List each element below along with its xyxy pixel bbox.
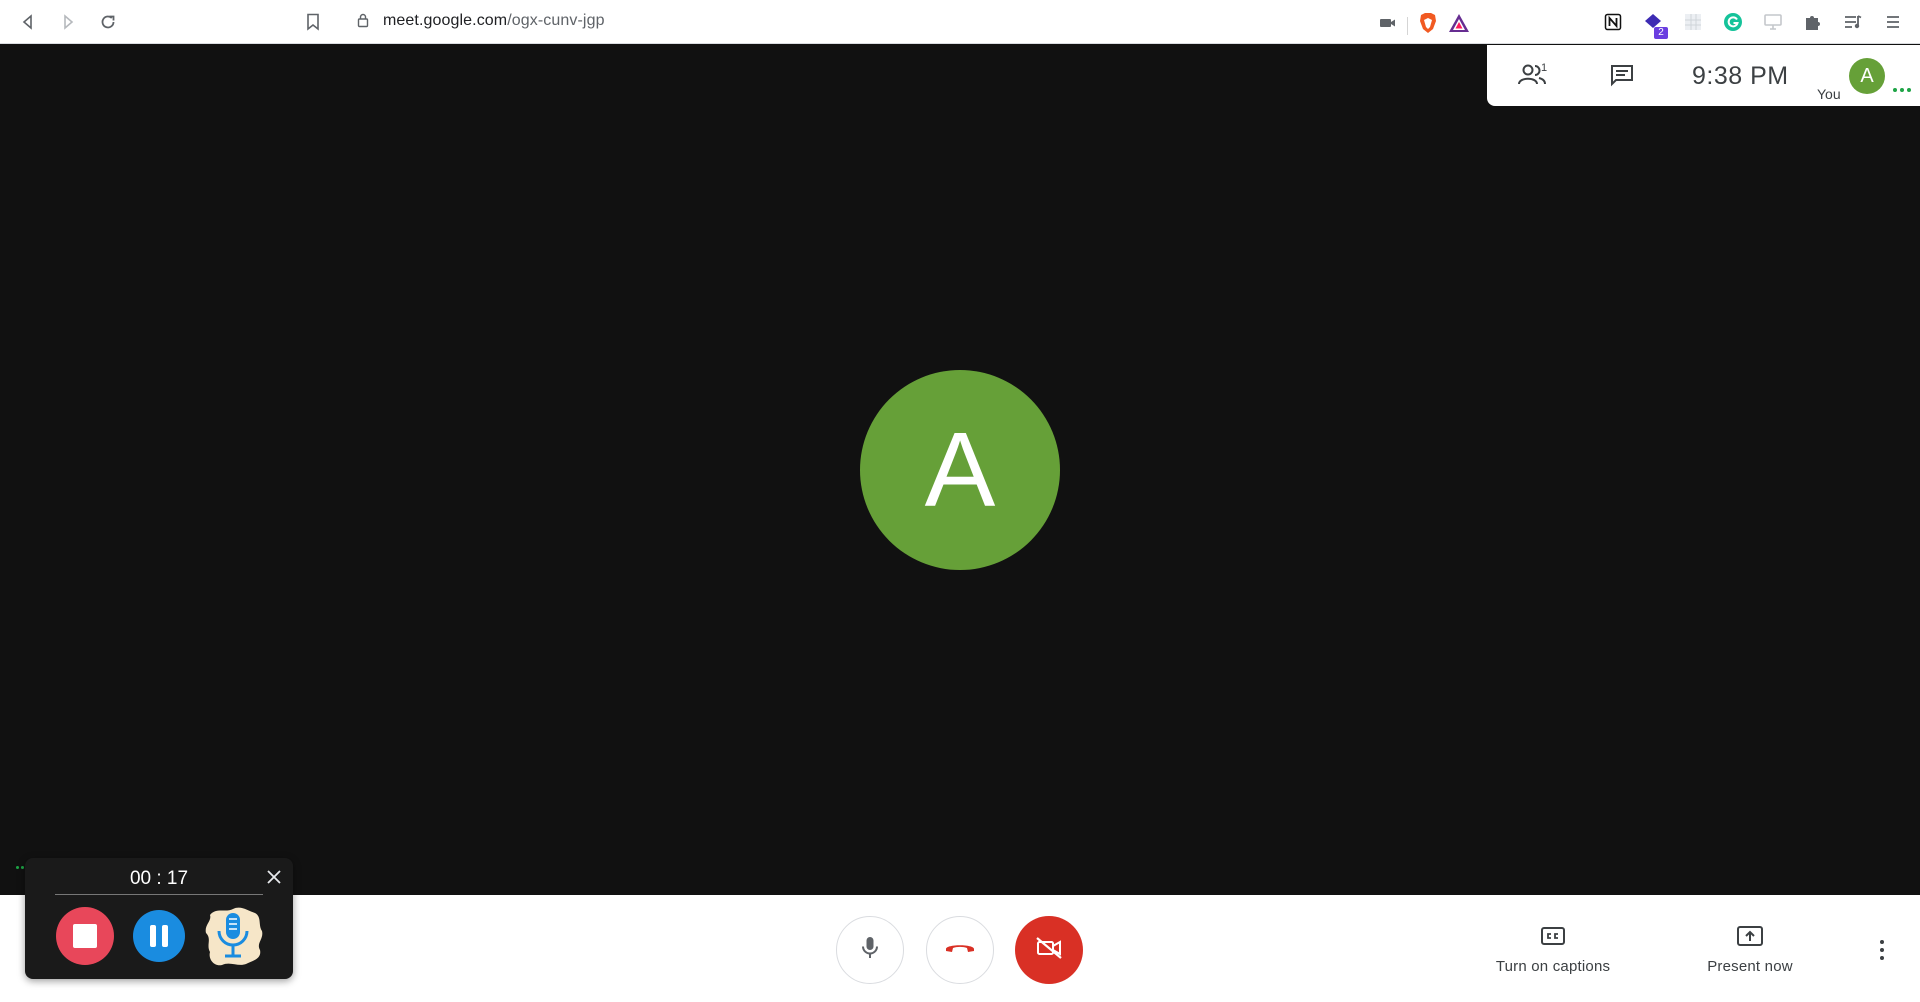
brave-rewards-icon[interactable]: [1448, 13, 1470, 38]
forward-icon[interactable]: [55, 9, 81, 35]
closed-captions-icon: [1540, 927, 1566, 951]
stop-recording-button[interactable]: [56, 907, 114, 965]
extension-badge-count: 2: [1654, 27, 1668, 39]
hangup-icon: [944, 940, 976, 961]
extension-grid-icon[interactable]: [1680, 9, 1706, 35]
menu-icon[interactable]: [1880, 9, 1906, 35]
self-avatar[interactable]: A: [1849, 58, 1885, 94]
mic-icon: [859, 935, 881, 966]
extension-badge-icon[interactable]: 2: [1640, 9, 1668, 39]
camera-icon[interactable]: [1379, 16, 1397, 35]
camera-off-icon: [1034, 935, 1064, 966]
address-bar[interactable]: meet.google.com/ogx-cunv-jgp: [341, 5, 1484, 38]
omnibox-divider: [1407, 16, 1408, 35]
close-icon[interactable]: [265, 868, 283, 886]
captions-button[interactable]: Turn on captions: [1486, 925, 1620, 975]
captions-label: Turn on captions: [1495, 958, 1611, 975]
media-queue-icon[interactable]: [1840, 9, 1866, 35]
leave-call-button[interactable]: [926, 916, 994, 984]
more-options-button[interactable]: [1870, 934, 1894, 966]
drag-handle-dots[interactable]: [16, 866, 24, 869]
present-now-button[interactable]: Present now: [1690, 925, 1810, 975]
url-host: meet.google.com: [383, 12, 508, 29]
people-count: 1: [1541, 62, 1548, 74]
present-label: Present now: [1707, 958, 1793, 975]
lock-icon: [357, 13, 369, 33]
browser-toolbar: meet.google.com/ogx-cunv-jgp 2: [0, 0, 1920, 44]
reload-icon[interactable]: [95, 9, 121, 35]
screen-icon[interactable]: [1760, 9, 1786, 35]
chat-icon[interactable]: [1606, 60, 1638, 90]
mic-source-button[interactable]: [200, 903, 266, 969]
recorder-widget: 00 : 17: [25, 858, 293, 979]
pause-icon: [150, 925, 156, 947]
self-label: You: [1817, 86, 1841, 102]
pause-recording-button[interactable]: [133, 910, 185, 962]
camera-toggle-button[interactable]: [1015, 916, 1083, 984]
participant-avatar: A: [860, 370, 1060, 570]
present-screen-icon: [1736, 926, 1764, 951]
recording-timer: 00 : 17: [129, 868, 189, 889]
bookmark-icon[interactable]: [300, 9, 326, 35]
brave-shield-icon[interactable]: [1418, 12, 1438, 39]
meeting-clock: 9:38 PM: [1692, 62, 1789, 90]
url-path: /ogx-cunv-jgp: [507, 12, 605, 29]
stop-icon: [73, 924, 97, 948]
notion-icon[interactable]: [1600, 9, 1626, 35]
grammarly-icon[interactable]: [1720, 9, 1746, 35]
puzzle-icon[interactable]: [1800, 9, 1826, 35]
timer-divider: [55, 894, 263, 895]
url-text: meet.google.com/ogx-cunv-jgp: [383, 12, 605, 30]
back-icon[interactable]: [15, 9, 41, 35]
more-options-icon[interactable]: [1893, 88, 1911, 92]
microphone-button[interactable]: [836, 916, 904, 984]
